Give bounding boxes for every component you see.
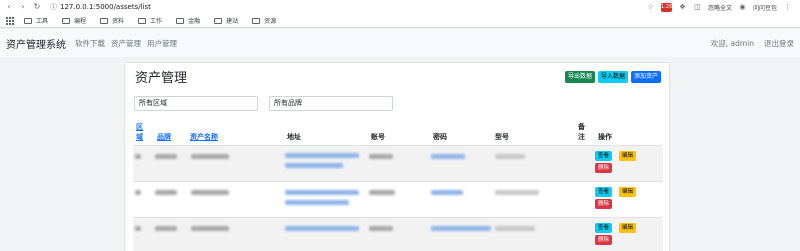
header-model: 型号 [495,133,509,141]
split-icon[interactable]: ◫ [693,3,702,12]
redacted-cell [285,200,349,205]
redacted-cell [191,226,229,231]
puzzle-icon[interactable]: ❖ [678,3,687,12]
region-select[interactable]: 所有区域 [134,96,258,111]
redacted-cell [369,226,393,231]
redacted-cell [495,154,525,159]
header-brand[interactable]: 品牌 [157,132,171,142]
redacted-cell [135,154,141,159]
redacted-cell [191,154,229,159]
header-region[interactable]: 区域 [136,122,144,142]
bookmark-folder[interactable]: 建站 [214,16,238,25]
apps-grid-icon[interactable] [6,16,14,25]
redacted-cell [285,163,343,168]
logout-link[interactable]: 退出登录 [764,38,794,49]
redacted-cell [495,226,535,231]
redacted-cell [431,154,465,159]
redacted-cell [369,154,393,159]
header-asset-name[interactable]: 资产名称 [190,132,218,142]
folder-icon [100,17,109,24]
app-brand[interactable]: 资产管理系统 [6,36,66,51]
ask-doubao-button[interactable]: 问问豆包 [753,3,777,12]
page-title: 资产管理 [135,71,188,86]
folder-icon [62,17,71,24]
header-actions: 操作 [598,133,612,141]
delete-button[interactable]: 删除 [595,163,613,173]
delete-button[interactable]: 删除 [595,199,613,209]
app-navbar: 资产管理系统 软件下载 资产管理 用户管理 欢迎, admin 退出登录 [0,29,800,57]
redacted-cell [135,226,141,231]
forward-icon[interactable]: › [18,2,28,12]
bookmark-folder[interactable]: 工作 [138,16,162,25]
redacted-cell [135,190,141,195]
back-icon[interactable]: ‹ [4,2,14,12]
header-account: 账号 [371,133,385,141]
folder-icon [176,17,185,24]
folder-icon [24,17,32,24]
edit-button[interactable]: 编辑 [619,223,637,233]
table-header: 区域 品牌 资产名称 地址 账号 密码 型号 备注 操作 [133,119,663,146]
url-text[interactable]: 127.0.0.1:5000/assets/list [60,3,151,11]
browser-toolbar: ‹ › ↻ ⓘ 127.0.0.1:5000/assets/list ☆ 1:2… [0,0,800,14]
edit-button[interactable]: 编辑 [619,151,637,161]
address-bar[interactable]: ⓘ 127.0.0.1:5000/assets/list [50,2,151,13]
redacted-cell [431,226,491,231]
redacted-cell [155,190,177,195]
reload-icon[interactable]: ↻ [32,2,42,12]
header-password: 密码 [433,133,447,141]
folder-icon [138,17,147,24]
edit-button[interactable]: 编辑 [619,187,637,197]
delete-button[interactable]: 删除 [595,235,613,245]
bookmark-folder[interactable]: 资料 [100,16,124,25]
folder-icon [252,17,261,24]
nav-asset-management[interactable]: 资产管理 [111,38,141,49]
add-asset-button[interactable]: 添加资产 [630,71,661,83]
redacted-cell [155,154,177,159]
star-icon[interactable]: ☆ [646,3,655,12]
redacted-cell [191,190,229,195]
table-row: 查看 编辑 删除 [133,182,663,218]
doubao-icon[interactable]: ◉ [738,3,747,12]
view-button[interactable]: 查看 [595,187,613,197]
redacted-cell [369,190,395,195]
nav-user-management[interactable]: 用户管理 [147,38,177,49]
user-greeting: 欢迎, admin [710,38,754,48]
bookmark-folder[interactable]: 金融 [176,16,200,25]
folder-icon [214,17,223,24]
asset-table: 区域 品牌 资产名称 地址 账号 密码 型号 备注 操作 查看 编辑 删除 查看… [133,119,663,251]
export-button[interactable]: 导出数据 [564,71,595,83]
asset-card: 资产管理 导出数据 导入数据 添加资产 所有区域 所有品牌 区域 品牌 资产名称… [124,62,670,251]
redacted-cell [285,226,359,231]
redacted-cell [285,190,359,195]
site-info-icon[interactable]: ⓘ [50,2,57,12]
view-button[interactable]: 查看 [595,223,613,233]
extension-badge[interactable]: 1:26 [660,2,672,12]
import-button[interactable]: 导入数据 [597,71,628,83]
header-remark: 备注 [578,123,585,141]
ignore-fulltext-button[interactable]: 忽略全文 [708,3,732,12]
bookmark-folder[interactable]: 编程 [62,16,86,25]
view-button[interactable]: 查看 [595,151,613,161]
bookmark-folder[interactable]: 资源 [252,16,276,25]
bookmarks-bar: 工具 编程 资料 工作 金融 建站 资源 [0,14,800,28]
redacted-cell [431,190,463,195]
table-row: 查看 编辑 删除 [133,146,663,182]
redacted-cell [285,153,359,158]
menu-icon[interactable]: ⋮ [783,3,792,12]
brand-select[interactable]: 所有品牌 [269,96,393,111]
redacted-cell [495,190,539,195]
bookmark-folder[interactable]: 工具 [24,16,48,25]
header-address: 地址 [287,133,301,141]
table-row: 查看 编辑 删除 [133,218,663,251]
redacted-cell [155,226,177,231]
nav-software-download[interactable]: 软件下载 [75,38,105,49]
